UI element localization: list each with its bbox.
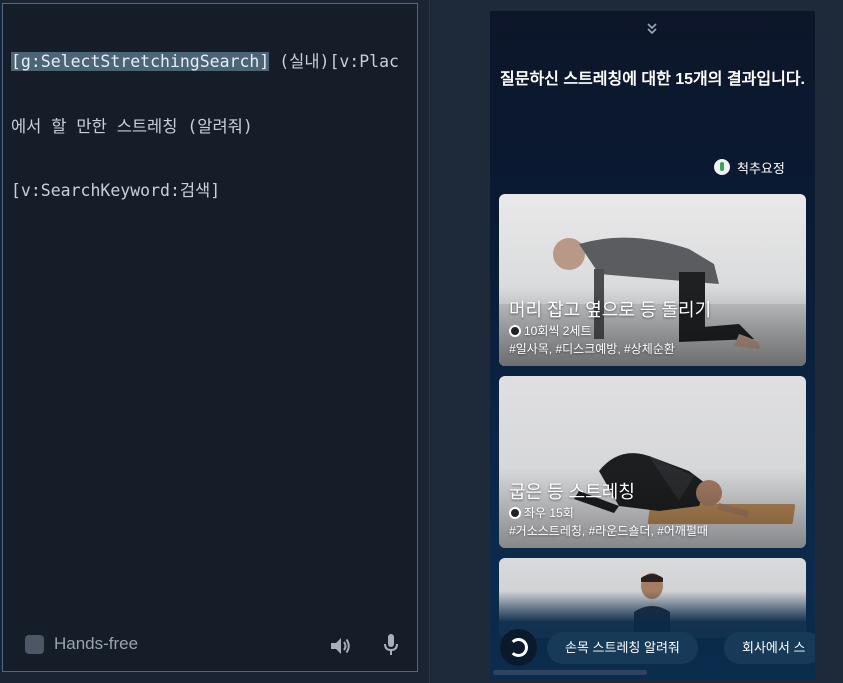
horizontal-scrollbar[interactable] bbox=[493, 670, 647, 675]
timer-icon bbox=[509, 324, 521, 337]
card-title: 굽은 등 스트레칭 bbox=[509, 482, 635, 502]
utterance-text[interactable]: [g:SelectStretchingSearch] (실내)[v:Plac 에… bbox=[11, 8, 419, 245]
suggestion-chip[interactable]: 회사에서 스 bbox=[724, 632, 815, 664]
suggestion-chip[interactable]: 손목 스트레칭 알려줘 bbox=[547, 632, 698, 664]
card-tags: #일사목, #디스크예방, #상체순환 bbox=[509, 342, 675, 356]
phone-preview: 질문하신 스트레칭에 대한 15개의 결과입니다. 척추요정 머리 잡고 옆으로… bbox=[490, 11, 815, 679]
editor-panel: [g:SelectStretchingSearch] (실내)[v:Plac 에… bbox=[0, 0, 430, 683]
bixby-button[interactable] bbox=[500, 629, 537, 666]
selected-goal-token[interactable]: [g:SelectStretchingSearch] bbox=[11, 52, 270, 71]
result-card[interactable]: 머리 잡고 옆으로 등 돌리기 10회씩 2세트 #일사목, #디스크예방, #… bbox=[499, 194, 806, 366]
hands-free-checkbox[interactable] bbox=[25, 635, 44, 654]
card-meta: 10회씩 2세트 bbox=[509, 322, 592, 339]
result-title: 질문하신 스트레칭에 대한 15개의 결과입니다. bbox=[500, 71, 805, 88]
channel-logo-icon bbox=[714, 159, 730, 175]
editor-line-3: [v:SearchKeyword:검색] bbox=[11, 181, 221, 200]
utterance-editor[interactable]: [g:SelectStretchingSearch] (실내)[v:Plac 에… bbox=[2, 3, 418, 672]
hands-free-label: Hands-free bbox=[54, 634, 139, 653]
card-title: 머리 잡고 옆으로 등 돌리기 bbox=[509, 300, 712, 320]
app-root: [g:SelectStretchingSearch] (실내)[v:Plac 에… bbox=[0, 0, 843, 683]
channel-chip[interactable]: 척추요정 bbox=[714, 157, 785, 177]
result-card[interactable]: 굽은 등 스트레칭 좌우 15회 #거소스트레칭, #라운드숄더, #어깨펄때 bbox=[499, 376, 806, 548]
timer-icon bbox=[509, 506, 521, 519]
editor-bottom-bar: Hands-free bbox=[23, 633, 413, 659]
bixby-icon bbox=[509, 638, 528, 657]
editor-line-2: 에서 할 만한 스트레칭 (알려줘) bbox=[11, 116, 253, 136]
channel-name: 척추요정 bbox=[737, 160, 785, 176]
speaker-icon[interactable] bbox=[329, 635, 353, 657]
card-tags: #거소스트레칭, #라운드숄더, #어깨펄때 bbox=[509, 524, 708, 538]
card-meta: 좌우 15회 bbox=[509, 504, 574, 521]
mic-icon[interactable] bbox=[381, 633, 401, 657]
editor-line-1: [g:SelectStretchingSearch] (실내)[v:Plac bbox=[11, 52, 399, 71]
double-chevron-down-icon[interactable] bbox=[645, 21, 659, 37]
